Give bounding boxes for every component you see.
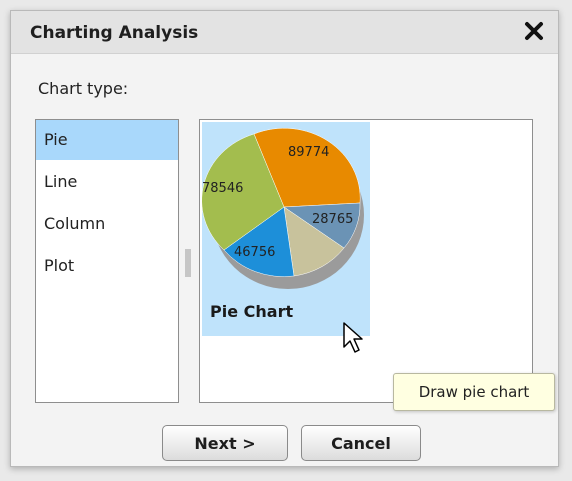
- chart-type-item-plot[interactable]: Plot: [36, 246, 178, 286]
- chart-type-item-label: Line: [44, 172, 78, 191]
- chart-type-item-label: Plot: [44, 256, 75, 275]
- chart-type-label: Chart type:: [38, 79, 129, 98]
- close-icon[interactable]: [522, 19, 546, 43]
- chart-type-item-label: Pie: [44, 130, 68, 149]
- next-button[interactable]: Next >: [162, 425, 288, 461]
- pie-data-label: 89774: [288, 145, 329, 160]
- charting-analysis-dialog: Charting Analysis Chart type: Pie Line C…: [10, 10, 559, 467]
- tooltip: Draw pie chart: [393, 373, 555, 411]
- mouse-pointer-icon: [342, 321, 368, 359]
- splitter-handle[interactable]: [184, 249, 192, 277]
- pie-chart-tile[interactable]: 89774 28765 46756 78546 Pie Chart: [202, 122, 370, 336]
- chart-type-item-pie[interactable]: Pie: [36, 120, 178, 160]
- cancel-button[interactable]: Cancel: [301, 425, 421, 461]
- pie-chart-thumbnail: 89774 28765 46756 78546: [202, 128, 364, 289]
- chart-type-item-column[interactable]: Column: [36, 204, 178, 244]
- chart-type-item-label: Column: [44, 214, 106, 233]
- dialog-titlebar: Charting Analysis: [11, 11, 558, 54]
- pie-data-label: 28765: [312, 212, 353, 227]
- chart-type-list[interactable]: Pie Line Column Plot: [35, 119, 179, 403]
- pie-data-label: 78546: [202, 181, 243, 196]
- chart-preview-panel: 89774 28765 46756 78546 Pie Chart: [199, 119, 533, 403]
- dialog-title: Charting Analysis: [30, 23, 199, 43]
- pie-data-label: 46756: [234, 245, 275, 260]
- chart-type-item-line[interactable]: Line: [36, 162, 178, 202]
- pie-chart-label: Pie Chart: [210, 302, 294, 321]
